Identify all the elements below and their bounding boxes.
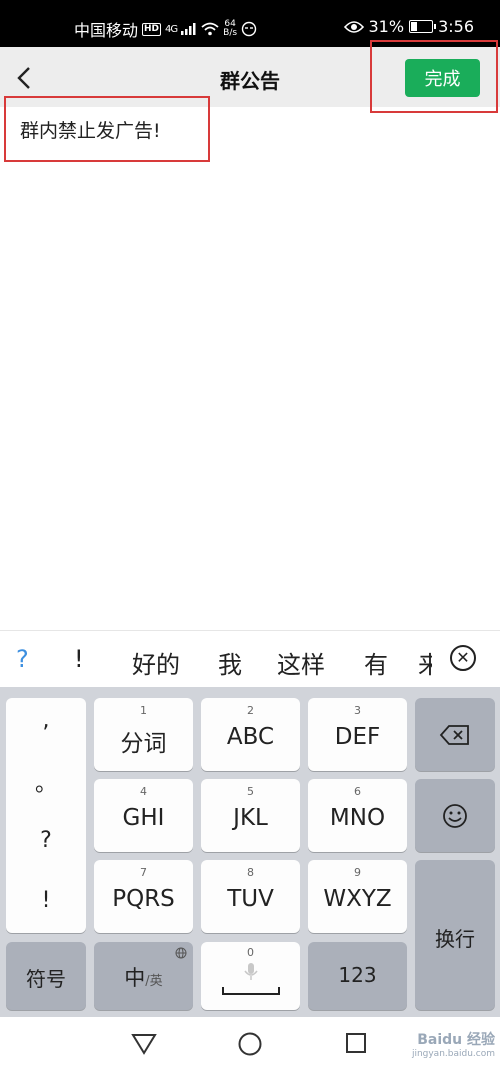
highlight-text xyxy=(4,96,210,162)
space-key[interactable]: 0 xyxy=(201,942,300,1010)
close-candidates-button[interactable]: ✕ xyxy=(450,645,476,671)
key-num: 3 xyxy=(354,704,361,717)
home-nav-icon[interactable] xyxy=(237,1031,263,1057)
net-speed: 64 B/s xyxy=(223,20,237,38)
candidate-item[interactable]: ? xyxy=(16,645,29,673)
clock: 3:56 xyxy=(438,17,474,36)
watermark-url: jingyan.baidu.com xyxy=(411,1049,495,1059)
candidate-item[interactable]: 这样 xyxy=(277,645,325,680)
battery-icon xyxy=(409,20,437,33)
candidate-bar: ? ! 好的 我 这样 有 来 xyxy=(0,630,500,687)
key-num: 2 xyxy=(247,704,254,717)
watermark-brand: Baidu 经验 xyxy=(417,1032,495,1048)
key-6[interactable]: 6 MNO xyxy=(308,779,407,852)
candidate-item[interactable]: 有 xyxy=(364,645,388,680)
symbols-key[interactable]: 符号 xyxy=(6,942,86,1010)
candidate-item[interactable]: 好的 xyxy=(132,645,180,680)
language-switch-key[interactable]: 中/英 xyxy=(94,942,193,1010)
key-label: ABC xyxy=(226,724,275,750)
key-num: 6 xyxy=(354,785,361,798)
space-bracket-icon xyxy=(222,987,280,995)
hd-icon: HD xyxy=(142,22,162,36)
language-label: 中/英 xyxy=(94,962,193,992)
key-label: JKL xyxy=(233,805,268,831)
key-num: 1 xyxy=(140,704,147,717)
speed-unit: B/s xyxy=(223,28,238,38)
highlight-done xyxy=(370,40,498,113)
smiley-icon xyxy=(443,804,467,828)
numbers-label: 123 xyxy=(338,963,377,987)
candidate-item[interactable]: ! xyxy=(74,645,84,673)
microphone-icon xyxy=(244,963,258,980)
emoji-key[interactable] xyxy=(415,779,495,852)
symbols-label: 符号 xyxy=(26,967,66,991)
key-num: 7 xyxy=(140,866,147,879)
enter-key[interactable]: 换行 xyxy=(415,860,495,1010)
key-num: 4 xyxy=(140,785,147,798)
key-num: 8 xyxy=(247,866,254,879)
key-label: PQRS xyxy=(112,886,175,912)
globe-icon xyxy=(175,947,187,959)
key-2[interactable]: 2 ABC xyxy=(201,698,300,771)
key-1[interactable]: 1 分词 xyxy=(94,698,193,771)
key-label: 分词 xyxy=(120,731,167,757)
lang-alt: /英 xyxy=(145,974,163,989)
recents-nav-icon[interactable] xyxy=(345,1032,367,1054)
key-num: 0 xyxy=(247,946,254,959)
back-nav-icon[interactable] xyxy=(131,1032,157,1056)
key-7[interactable]: 7 PQRS xyxy=(94,860,193,933)
backspace-icon xyxy=(439,725,469,745)
key-label: TUV xyxy=(227,886,274,912)
punct-key[interactable]: ! xyxy=(6,888,86,913)
lang-main: 中 xyxy=(124,966,146,990)
key-9[interactable]: 9 WXYZ xyxy=(308,860,407,933)
navigation-bar: Baidu 经验 jingyan.baidu.com xyxy=(0,1017,500,1070)
enter-label: 换行 xyxy=(435,927,475,951)
numbers-key[interactable]: 123 xyxy=(308,942,407,1010)
carrier-label: 中国移动 xyxy=(74,21,139,40)
battery-percent: 31% xyxy=(368,17,405,36)
key-3[interactable]: 3 DEF xyxy=(308,698,407,771)
wifi-icon xyxy=(201,22,219,36)
watermark: Baidu 经验 jingyan.baidu.com xyxy=(385,1029,495,1059)
key-label: GHI xyxy=(122,805,165,831)
network-label: 4G xyxy=(165,23,178,35)
punct-key[interactable]: 。 xyxy=(6,766,86,798)
face-icon xyxy=(241,21,257,37)
key-4[interactable]: 4 GHI xyxy=(94,779,193,852)
candidate-item[interactable]: 我 xyxy=(218,645,242,680)
key-label: MNO xyxy=(329,805,386,831)
key-5[interactable]: 5 JKL xyxy=(201,779,300,852)
close-icon: ✕ xyxy=(456,648,470,667)
key-8[interactable]: 8 TUV xyxy=(201,860,300,933)
candidate-item[interactable]: 来 xyxy=(418,645,432,680)
punct-key[interactable]: , xyxy=(6,708,86,733)
key-num: 5 xyxy=(247,785,254,798)
eye-icon xyxy=(343,20,364,33)
key-num: 9 xyxy=(354,866,361,879)
key-label: DEF xyxy=(334,724,381,750)
punctuation-column[interactable]: , 。 ? ! xyxy=(6,698,86,933)
backspace-key[interactable] xyxy=(415,698,495,771)
key-label: WXYZ xyxy=(323,886,392,912)
punct-key[interactable]: ? xyxy=(6,828,86,853)
signal-icon xyxy=(181,23,196,35)
